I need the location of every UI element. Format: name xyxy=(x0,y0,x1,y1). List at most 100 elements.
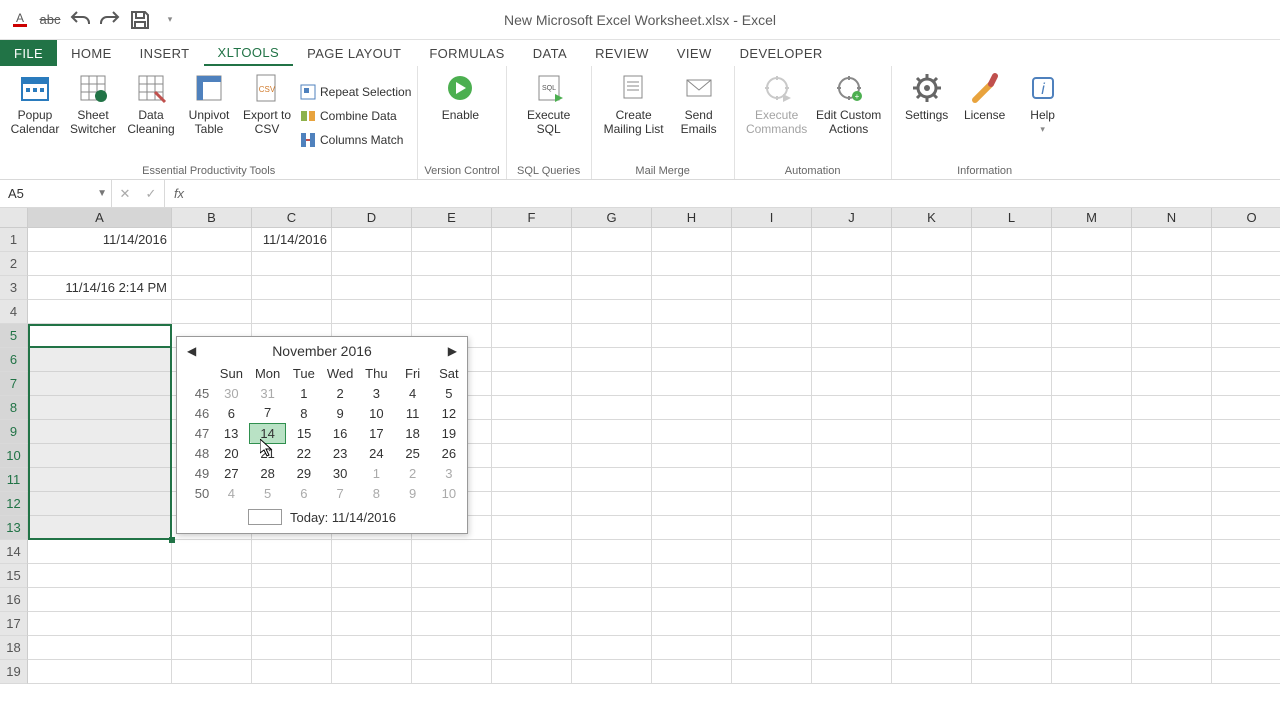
cell-O12[interactable] xyxy=(1212,492,1280,516)
cell-O9[interactable] xyxy=(1212,420,1280,444)
tab-xltools[interactable]: XLTools xyxy=(204,40,294,66)
cell-K17[interactable] xyxy=(892,612,972,636)
cell-I4[interactable] xyxy=(732,300,812,324)
cell-J7[interactable] xyxy=(812,372,892,396)
row-header-15[interactable]: 15 xyxy=(0,564,28,588)
cell-D14[interactable] xyxy=(332,540,412,564)
cell-F14[interactable] xyxy=(492,540,572,564)
tab-insert[interactable]: INSERT xyxy=(126,40,204,66)
cell-E15[interactable] xyxy=(412,564,492,588)
cell-G11[interactable] xyxy=(572,468,652,492)
cell-J9[interactable] xyxy=(812,420,892,444)
day-21[interactable]: 21 xyxy=(250,443,286,463)
cell-A3[interactable]: 11/14/16 2:14 PM xyxy=(28,276,172,300)
cell-N13[interactable] xyxy=(1132,516,1212,540)
cell-F4[interactable] xyxy=(492,300,572,324)
cell-K2[interactable] xyxy=(892,252,972,276)
day-23[interactable]: 23 xyxy=(322,443,358,463)
spreadsheet-grid[interactable]: ABCDEFGHIJKLMNO 123456789101112131415161… xyxy=(0,208,1280,720)
tab-formulas[interactable]: FORMULAS xyxy=(415,40,518,66)
cell-G13[interactable] xyxy=(572,516,652,540)
cell-A10[interactable] xyxy=(28,444,172,468)
cell-N1[interactable] xyxy=(1132,228,1212,252)
cell-L4[interactable] xyxy=(972,300,1052,324)
column-header-D[interactable]: D xyxy=(332,208,412,228)
day-3[interactable]: 3 xyxy=(358,383,394,403)
cell-K14[interactable] xyxy=(892,540,972,564)
cell-L17[interactable] xyxy=(972,612,1052,636)
cell-F3[interactable] xyxy=(492,276,572,300)
send-emails-button[interactable]: Send Emails xyxy=(670,68,728,163)
cell-F1[interactable] xyxy=(492,228,572,252)
today-label[interactable]: Today: 11/14/2016 xyxy=(290,510,396,525)
cell-L9[interactable] xyxy=(972,420,1052,444)
cell-A16[interactable] xyxy=(28,588,172,612)
day-15[interactable]: 15 xyxy=(286,423,322,443)
day-2[interactable]: 2 xyxy=(395,463,431,483)
fill-handle[interactable] xyxy=(169,537,175,543)
prev-month-button[interactable]: ◀ xyxy=(187,344,196,358)
cell-C2[interactable] xyxy=(252,252,332,276)
cell-L11[interactable] xyxy=(972,468,1052,492)
cell-F5[interactable] xyxy=(492,324,572,348)
cell-L16[interactable] xyxy=(972,588,1052,612)
cell-F18[interactable] xyxy=(492,636,572,660)
row-header-7[interactable]: 7 xyxy=(0,372,28,396)
cell-H10[interactable] xyxy=(652,444,732,468)
cell-N10[interactable] xyxy=(1132,444,1212,468)
execute-sql-button[interactable]: SQLExecute SQL xyxy=(513,68,585,163)
cell-G5[interactable] xyxy=(572,324,652,348)
row-header-11[interactable]: 11 xyxy=(0,468,28,492)
cell-M18[interactable] xyxy=(1052,636,1132,660)
cell-E16[interactable] xyxy=(412,588,492,612)
cell-C17[interactable] xyxy=(252,612,332,636)
cell-E1[interactable] xyxy=(412,228,492,252)
cell-A1[interactable]: 11/14/2016 xyxy=(28,228,172,252)
cell-K4[interactable] xyxy=(892,300,972,324)
cell-J11[interactable] xyxy=(812,468,892,492)
cell-F7[interactable] xyxy=(492,372,572,396)
cell-M12[interactable] xyxy=(1052,492,1132,516)
cell-D1[interactable] xyxy=(332,228,412,252)
cell-O1[interactable] xyxy=(1212,228,1280,252)
day-27[interactable]: 27 xyxy=(213,463,249,483)
cell-M13[interactable] xyxy=(1052,516,1132,540)
cell-F15[interactable] xyxy=(492,564,572,588)
cell-N14[interactable] xyxy=(1132,540,1212,564)
cell-H7[interactable] xyxy=(652,372,732,396)
cell-E17[interactable] xyxy=(412,612,492,636)
day-6[interactable]: 6 xyxy=(286,483,322,503)
cell-J18[interactable] xyxy=(812,636,892,660)
day-5[interactable]: 5 xyxy=(250,483,286,503)
cell-H8[interactable] xyxy=(652,396,732,420)
save-button[interactable] xyxy=(128,8,152,32)
row-header-18[interactable]: 18 xyxy=(0,636,28,660)
cell-O7[interactable] xyxy=(1212,372,1280,396)
name-box-dropdown-icon[interactable]: ▼ xyxy=(97,188,107,199)
cell-H1[interactable] xyxy=(652,228,732,252)
day-3[interactable]: 3 xyxy=(431,463,467,483)
cell-D19[interactable] xyxy=(332,660,412,684)
cell-E3[interactable] xyxy=(412,276,492,300)
cell-D2[interactable] xyxy=(332,252,412,276)
cell-C1[interactable]: 11/14/2016 xyxy=(252,228,332,252)
row-header-4[interactable]: 4 xyxy=(0,300,28,324)
cell-G7[interactable] xyxy=(572,372,652,396)
cell-K13[interactable] xyxy=(892,516,972,540)
cell-K18[interactable] xyxy=(892,636,972,660)
day-17[interactable]: 17 xyxy=(358,423,394,443)
cell-I13[interactable] xyxy=(732,516,812,540)
cell-H2[interactable] xyxy=(652,252,732,276)
cancel-formula-button[interactable]: ✕ xyxy=(112,186,138,202)
cell-A9[interactable] xyxy=(28,420,172,444)
column-header-B[interactable]: B xyxy=(172,208,252,228)
cell-G2[interactable] xyxy=(572,252,652,276)
day-1[interactable]: 1 xyxy=(358,463,394,483)
cell-J10[interactable] xyxy=(812,444,892,468)
cell-M1[interactable] xyxy=(1052,228,1132,252)
cell-G17[interactable] xyxy=(572,612,652,636)
cell-N19[interactable] xyxy=(1132,660,1212,684)
cell-K1[interactable] xyxy=(892,228,972,252)
cell-A4[interactable] xyxy=(28,300,172,324)
cell-H12[interactable] xyxy=(652,492,732,516)
